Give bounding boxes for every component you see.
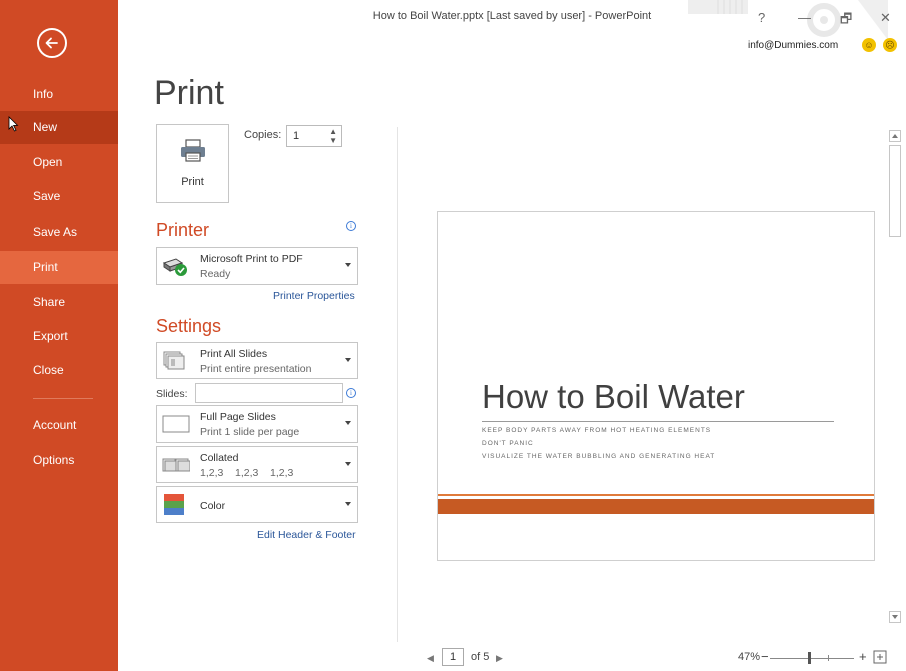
- page-count: of 5: [471, 651, 490, 663]
- title-bar: How to Boil Water.pptx [Last saved by us…: [118, 0, 906, 40]
- slides-input[interactable]: [195, 383, 343, 403]
- color-title: Color: [200, 500, 226, 512]
- zoom-out-button[interactable]: −: [761, 649, 769, 664]
- print-button-label: Print: [181, 176, 204, 188]
- printer-status: Ready: [200, 268, 231, 280]
- help-button[interactable]: ?: [758, 10, 765, 25]
- fit-to-window-icon[interactable]: [873, 650, 887, 664]
- zoom-slider[interactable]: [770, 658, 854, 659]
- chevron-down-icon: [345, 263, 351, 267]
- nav-account[interactable]: Account: [0, 409, 118, 442]
- color-swatch-icon: [164, 493, 184, 515]
- nav-options[interactable]: Options: [0, 444, 118, 477]
- printer-ready-icon: [162, 258, 187, 276]
- back-arrow-icon: [45, 37, 58, 49]
- settings-heading: Settings: [156, 316, 222, 336]
- preview-scrollbar[interactable]: [888, 127, 902, 627]
- send-smile-icon[interactable]: ☺: [862, 38, 876, 52]
- edit-header-footer-link[interactable]: Edit Header & Footer: [257, 529, 356, 541]
- printer-dropdown[interactable]: Microsoft Print to PDF Ready: [156, 247, 358, 285]
- minimize-button[interactable]: —: [798, 10, 811, 25]
- nav-print[interactable]: Print: [0, 251, 118, 284]
- nav-share[interactable]: Share: [0, 286, 118, 319]
- window-title: How to Boil Water.pptx [Last saved by us…: [372, 10, 652, 22]
- slide-bullet: DON'T PANIC: [482, 440, 534, 447]
- zoom-slider-thumb[interactable]: [808, 652, 811, 664]
- copies-label: Copies:: [244, 129, 282, 141]
- slide-bullet: VISUALIZE THE WATER BUBBLING AND GENERAT…: [482, 453, 716, 460]
- nav-save[interactable]: Save: [0, 180, 118, 213]
- nav-info[interactable]: Info: [0, 78, 118, 111]
- print-range-dropdown[interactable]: Print All Slides Print entire presentati…: [156, 342, 358, 379]
- chevron-down-icon: [345, 357, 351, 362]
- spin-arrows-icon[interactable]: ▲ ▼: [329, 127, 337, 145]
- all-slides-icon: [163, 351, 185, 369]
- nav-close[interactable]: Close: [0, 354, 118, 387]
- nav-export[interactable]: Export: [0, 320, 118, 353]
- slide-accent-band: [438, 499, 874, 514]
- back-button[interactable]: [37, 28, 67, 58]
- mouse-cursor-icon: [8, 116, 19, 132]
- slide-accent-line: [438, 494, 874, 496]
- scroll-down-button[interactable]: [889, 611, 901, 623]
- printer-name: Microsoft Print to PDF: [200, 253, 303, 265]
- layout-title: Full Page Slides: [200, 411, 276, 423]
- collation-title: Collated: [200, 452, 239, 464]
- collated-icon: [162, 458, 190, 471]
- full-page-slide-icon: [162, 415, 190, 433]
- collation-subtitle: 1,2,3 1,2,3 1,2,3: [200, 467, 294, 479]
- layout-subtitle: Print 1 slide per page: [200, 426, 300, 438]
- send-frown-icon[interactable]: ☹: [883, 38, 897, 52]
- scroll-thumb[interactable]: [889, 145, 901, 237]
- previous-page-icon[interactable]: ◀: [427, 653, 434, 664]
- next-page-icon[interactable]: ▶: [496, 653, 503, 664]
- slide-title-rule: [482, 421, 834, 422]
- print-range-subtitle: Print entire presentation: [200, 363, 312, 375]
- nav-divider: [33, 398, 93, 399]
- close-window-button[interactable]: ✕: [880, 10, 891, 26]
- layout-dropdown[interactable]: Full Page Slides Print 1 slide per page: [156, 405, 358, 443]
- page-number-input[interactable]: 1: [442, 648, 464, 666]
- print-button[interactable]: Print: [156, 124, 229, 203]
- backstage-nav: Info New Open Save Save As Print Share E…: [0, 0, 118, 671]
- copies-value: 1: [293, 130, 300, 142]
- title-bar-decoration: [688, 0, 888, 40]
- page-title: Print: [154, 74, 224, 112]
- printer-heading: Printer: [156, 220, 210, 240]
- slides-label: Slides:: [156, 388, 188, 400]
- chevron-down-icon: [345, 501, 351, 506]
- printer-properties-link[interactable]: Printer Properties: [273, 290, 355, 302]
- slide-bullet: KEEP BODY PARTS AWAY FROM HOT HEATING EL…: [482, 427, 712, 434]
- copies-stepper[interactable]: 1 ▲ ▼: [286, 125, 342, 147]
- chevron-down-icon: [345, 421, 351, 425]
- nav-save-as[interactable]: Save As: [0, 216, 118, 249]
- slide-preview: How to Boil Water KEEP BODY PARTS AWAY F…: [437, 211, 875, 561]
- zoom-slider-tick: [828, 655, 829, 661]
- slides-info-icon[interactable]: i: [346, 388, 356, 398]
- chevron-down-icon: [345, 461, 351, 466]
- panel-divider: [397, 127, 398, 642]
- zoom-level[interactable]: 47%: [738, 651, 760, 663]
- printer-info-icon[interactable]: i: [346, 221, 356, 231]
- scroll-up-button[interactable]: [889, 130, 901, 142]
- user-account[interactable]: info@Dummies.com: [748, 40, 838, 51]
- color-dropdown[interactable]: Color: [156, 486, 358, 523]
- print-range-title: Print All Slides: [200, 348, 268, 360]
- printer-icon: [181, 139, 205, 162]
- zoom-in-button[interactable]: +: [859, 649, 867, 664]
- nav-open[interactable]: Open: [0, 146, 118, 179]
- collation-dropdown[interactable]: Collated 1,2,3 1,2,3 1,2,3: [156, 446, 358, 483]
- restore-button[interactable]: 🗗: [840, 10, 852, 32]
- slide-title: How to Boil Water: [482, 378, 745, 415]
